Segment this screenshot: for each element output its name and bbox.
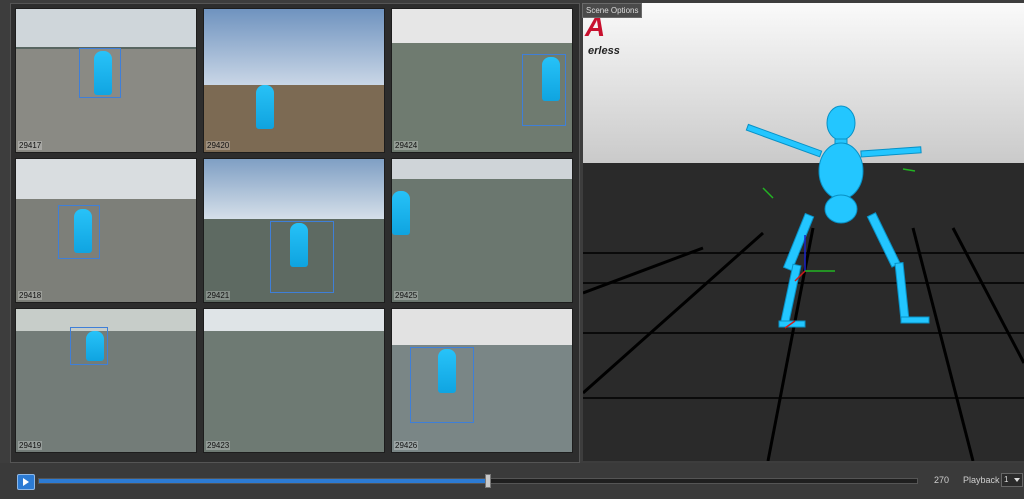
chevron-down-icon [1014,478,1020,482]
play-icon [23,478,29,486]
scene-options-tab[interactable]: Scene Options [582,3,643,18]
camera-grid-panel: 29417 29420 29424 29418 29421 29425 2941… [10,3,580,463]
frame-number-label: 29426 [394,441,419,450]
camera-view-tile[interactable]: 29419 [15,308,197,453]
camera-view-tile[interactable]: 29423 [203,308,385,453]
timeline-handle[interactable] [484,474,491,488]
3d-viewport[interactable]: A erless [583,3,1024,461]
frame-number-label: 29424 [394,141,419,150]
playback-speed-value: 1 [1004,475,1009,484]
timeline-slider[interactable] [38,474,918,488]
camera-view-tile[interactable]: 29420 [203,8,385,153]
camera-view-tile[interactable]: 29421 [203,158,385,303]
skeleton-scene-svg [583,105,1024,461]
camera-view-tile[interactable]: 29417 [15,8,197,153]
play-button[interactable] [17,474,35,490]
frame-number-label: 29425 [394,291,419,300]
frame-number-label: 29418 [18,291,43,300]
skeleton-figure [745,105,930,328]
frame-number-label: 29421 [206,291,231,300]
frame-number-label: 29423 [206,441,231,450]
frame-number-label: 29419 [18,441,43,450]
frame-number-label: 29417 [18,141,43,150]
playback-label: Playback [963,475,1000,485]
camera-view-tile[interactable]: 29424 [391,8,573,153]
current-frame-value: 270 [934,475,950,485]
camera-view-tile[interactable]: 29425 [391,158,573,303]
timeline-progress [39,479,487,483]
frame-number-label: 29420 [206,141,231,150]
floor-grid [583,227,1024,461]
camera-view-tile[interactable]: 29418 [15,158,197,303]
camera-view-tile[interactable]: 29426 [391,308,573,453]
playback-speed-select[interactable]: 1 [1001,473,1023,487]
